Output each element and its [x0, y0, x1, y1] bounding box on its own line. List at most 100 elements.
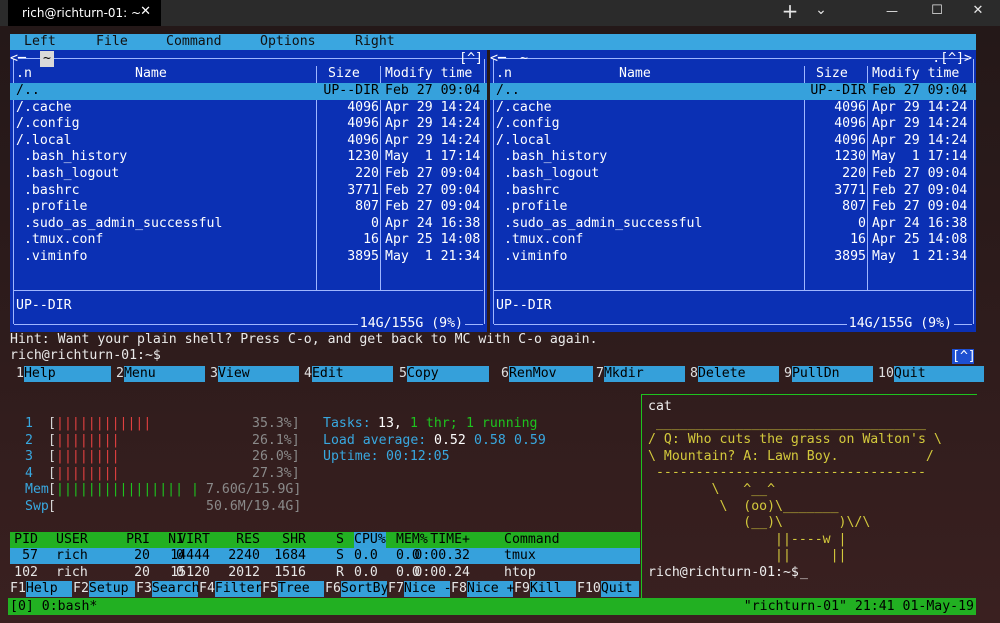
panel-hotkey[interactable]: .[^]> — [932, 51, 972, 67]
mc-scroll-hotkey[interactable]: [^] — [952, 349, 976, 364]
cowsay-line: __________________________________ — [648, 415, 926, 431]
htop-fkey-tree[interactable]: F5Tree — [262, 581, 324, 597]
header-shr[interactable]: SHR — [268, 532, 306, 548]
menu-options[interactable]: Options — [260, 34, 316, 50]
mc-fkey-view[interactable]: 3View — [210, 366, 299, 382]
htop-fkey-nice[interactable]: F8Nice + — [451, 581, 515, 597]
htop-fkey-help[interactable]: F1Help — [10, 581, 72, 597]
htop-fkey-setup[interactable]: F2Setup — [73, 581, 135, 597]
menu-right[interactable]: Right — [355, 34, 395, 50]
file-row[interactable]: .bash_logout 220 Feb 27 09:04 — [10, 166, 487, 183]
file-row[interactable]: /.cache 4096 Apr 29 14:24 — [10, 100, 487, 117]
mc-fkey-copy[interactable]: 5Copy — [399, 366, 489, 382]
cowsay-pane[interactable]: cat __________________________________ / … — [641, 394, 977, 598]
header-res[interactable]: RES — [222, 532, 260, 548]
panel-hotkey[interactable]: [^] — [459, 51, 483, 67]
header-pri[interactable]: PRI — [120, 532, 150, 548]
file-row[interactable]: .viminfo 3895 May 1 21:34 — [490, 249, 976, 266]
header-user[interactable]: USER — [56, 532, 88, 548]
column-name-header[interactable]: Name — [619, 66, 651, 83]
file-date: Feb 27 09:04 — [385, 199, 481, 215]
tab-close-icon[interactable]: ✕ — [140, 4, 151, 19]
menu-left[interactable]: Left — [24, 34, 56, 50]
fkey-number: F2 — [73, 581, 89, 596]
window-close-icon[interactable]: ✕ — [966, 3, 990, 18]
panel-path[interactable]: ~ — [520, 51, 528, 67]
mc-fkey-quit[interactable]: 10Quit — [878, 366, 984, 382]
column-sort-hint[interactable]: .n — [496, 66, 512, 83]
header-cpu[interactable]: CPU% — [354, 532, 386, 548]
file-size: 220 — [355, 166, 379, 181]
mc-fkey-help[interactable]: 1Help — [16, 366, 111, 382]
fkey-label: Menu — [123, 366, 205, 382]
file-row[interactable]: /.config 4096 Apr 29 14:24 — [10, 116, 487, 133]
file-row[interactable]: /.cache 4096 Apr 29 14:24 — [490, 100, 976, 117]
htop-fkey-filter[interactable]: F4Filter — [199, 581, 263, 597]
file-date: Apr 29 14:24 — [385, 116, 481, 132]
file-row[interactable]: .profile 807 Feb 27 09:04 — [490, 199, 976, 216]
uptime-label: Uptime: — [323, 449, 379, 465]
maximize-icon[interactable]: ☐ — [925, 3, 949, 18]
mc-fkey-delete[interactable]: 8Delete — [690, 366, 779, 382]
fkey-number: 6 — [501, 366, 509, 381]
column-modify-header[interactable]: Modify time — [385, 66, 472, 83]
file-name: .profile — [16, 199, 88, 215]
terminal-tab[interactable]: rich@richturn-01: ~ ✕ — [8, 0, 161, 26]
file-row[interactable]: .bash_history 1230 May 1 17:14 — [490, 149, 976, 166]
cat-prompt[interactable]: rich@richturn-01:~$ — [648, 565, 799, 582]
mc-fkey-mkdir[interactable]: 7Mkdir — [596, 366, 685, 382]
file-row[interactable]: .bash_history 1230 May 1 17:14 — [10, 149, 487, 166]
tmux-window-list[interactable]: [0] 0:bash* — [10, 598, 97, 615]
header-pid[interactable]: PID — [6, 532, 38, 548]
fkey-label: Quit — [600, 581, 639, 597]
file-size: 16 — [363, 232, 379, 248]
htop-fkey-kill[interactable]: F9Kill — [514, 581, 576, 597]
file-row[interactable]: .sudo_as_admin_successful 0 Apr 24 16:38 — [10, 216, 487, 233]
file-date: Feb 27 09:04 — [385, 83, 481, 98]
file-row[interactable]: .tmux.conf 16 Apr 25 14:08 — [490, 232, 976, 249]
file-row[interactable]: .bashrc 3771 Feb 27 09:04 — [490, 183, 976, 200]
htop-fkey-quit[interactable]: F10Quit — [577, 581, 639, 597]
mc-fkey-renmov[interactable]: 6RenMov — [501, 366, 593, 382]
mc-fkey-pulldn[interactable]: 9PullDn — [784, 366, 873, 382]
htop-fkey-nice[interactable]: F7Nice - — [388, 581, 452, 597]
file-row[interactable]: /.local 4096 Apr 29 14:24 — [490, 133, 976, 150]
file-row[interactable]: .profile 807 Feb 27 09:04 — [10, 199, 487, 216]
mc-fkey-menu[interactable]: 2Menu — [116, 366, 205, 382]
process-row[interactable]: 102 rich 20 0 15120 2012 1516 R 0.0 0.0 0:00.24 hto… — [10, 565, 640, 581]
tab-dropdown-icon[interactable]: ⌄ — [811, 2, 831, 18]
file-row[interactable]: /.config 4096 Apr 29 14:24 — [490, 116, 976, 133]
file-row[interactable]: .viminfo 3895 May 1 21:34 — [10, 249, 487, 266]
left-file-panel[interactable]: <─ ~ [^] .n Name Size Modify time /.. UP--DIR Feb… — [10, 50, 487, 332]
file-row[interactable]: .tmux.conf 16 Apr 25 14:08 — [10, 232, 487, 249]
header-s[interactable]: S — [336, 532, 344, 548]
file-row[interactable]: .bash_logout 220 Feb 27 09:04 — [490, 166, 976, 183]
menu-file[interactable]: File — [96, 34, 128, 50]
file-row[interactable]: .bashrc 3771 Feb 27 09:04 — [10, 183, 487, 200]
minimize-icon[interactable]: — — [880, 4, 904, 18]
mc-fkey-edit[interactable]: 4Edit — [304, 366, 393, 382]
file-row[interactable]: .sudo_as_admin_successful 0 Apr 24 16:38 — [490, 216, 976, 233]
header-time[interactable]: TIME+ — [406, 532, 470, 548]
column-size-header[interactable]: Size — [816, 66, 848, 83]
htop-fkey-search[interactable]: F3Search — [136, 581, 200, 597]
column-name-header[interactable]: Name — [135, 66, 167, 83]
new-tab-icon[interactable]: + — [779, 0, 801, 23]
file-row[interactable]: /.. UP--DIR Feb 27 09:04 — [10, 83, 487, 100]
fkey-label: Quit — [893, 366, 984, 382]
column-modify-header[interactable]: Modify time — [872, 66, 959, 83]
panel-path[interactable]: ~ — [40, 51, 54, 67]
menu-command[interactable]: Command — [166, 34, 222, 50]
file-row[interactable]: /.. UP--DIR Feb 27 09:04 — [490, 83, 976, 100]
swap-label: Swp — [25, 499, 49, 514]
header-cmd[interactable]: Command — [504, 532, 560, 548]
mc-shell-prompt[interactable]: rich@richturn-01:~$ — [10, 348, 161, 364]
htop-fkey-sortby[interactable]: F6SortBy — [325, 581, 389, 597]
right-file-panel[interactable]: <─ ~ .[^]> .n Name Size Modify time /.. UP--DIR F… — [490, 50, 976, 332]
cat-command: cat — [648, 399, 672, 414]
file-row[interactable]: /.local 4096 Apr 29 14:24 — [10, 133, 487, 150]
process-row[interactable]: 57 rich 20 0 14444 2240 1684 S 0.0 0.0 0:00.32 tmux — [10, 548, 640, 564]
column-size-header[interactable]: Size — [328, 66, 360, 83]
header-virt[interactable]: VIRT — [166, 532, 210, 548]
column-sort-hint[interactable]: .n — [16, 66, 32, 83]
